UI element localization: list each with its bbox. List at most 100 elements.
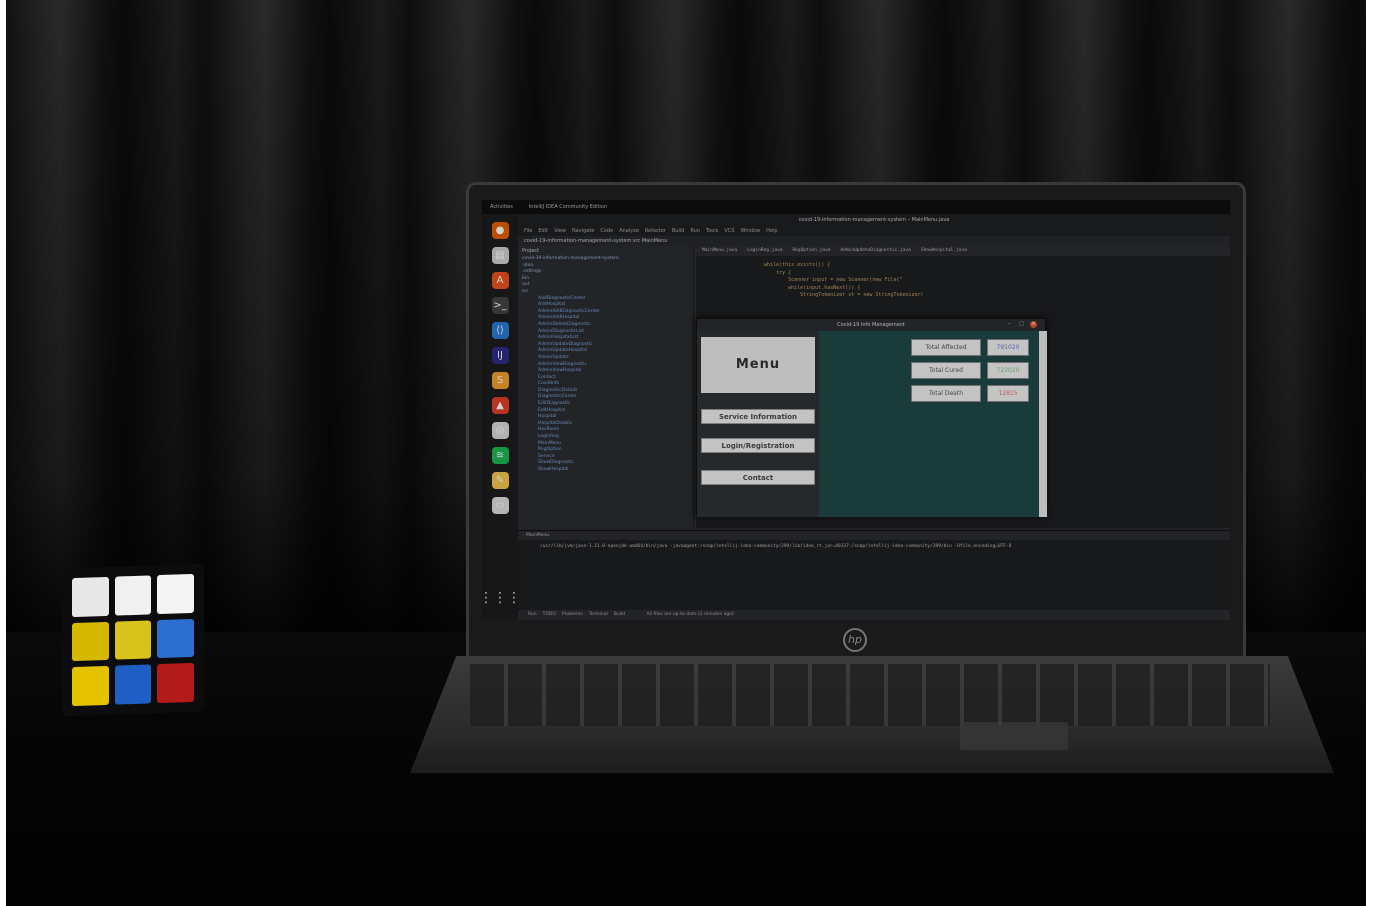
editor-tab[interactable]: LoginReg.java xyxy=(747,246,782,256)
sublime-icon[interactable]: S xyxy=(491,372,509,389)
menu-help[interactable]: Help xyxy=(766,228,777,234)
trash-icon[interactable]: ▭ xyxy=(491,497,509,514)
project-folder[interactable]: src xyxy=(522,289,689,296)
total-death-label: Total Death xyxy=(911,385,981,402)
menu-analyze[interactable]: Analyze xyxy=(619,228,639,234)
menu-navigate[interactable]: Navigate xyxy=(572,228,594,234)
files-icon[interactable]: ▤ xyxy=(491,247,509,264)
code-line: Scanner input = new Scanner(new File(" xyxy=(764,277,903,284)
cube-tile xyxy=(157,618,194,659)
run-tab[interactable]: MainMenu xyxy=(518,531,1230,540)
code-line: while(input.hasNext()) { xyxy=(764,284,861,291)
total-affected-value: 791020 xyxy=(987,339,1029,356)
notes-icon[interactable]: ✎ xyxy=(491,472,509,489)
menu-code[interactable]: Code xyxy=(600,228,613,234)
tool-tab-run[interactable]: Run xyxy=(528,612,537,617)
cube-tile xyxy=(114,620,152,660)
project-class-item[interactable]: CovidInfo xyxy=(522,381,689,388)
project-class-item[interactable]: RegOption xyxy=(522,447,689,454)
cube-tile xyxy=(157,573,194,614)
software-icon[interactable]: A xyxy=(491,272,509,289)
project-class-item[interactable]: LoginReg xyxy=(522,434,689,441)
terminal-icon[interactable]: >_ xyxy=(491,297,509,314)
project-folder[interactable]: .idea xyxy=(522,263,689,270)
spotify-icon[interactable]: ≋ xyxy=(491,447,509,464)
tool-tab-todo[interactable]: TODO xyxy=(543,612,556,617)
intellij-icon[interactable]: IJ xyxy=(491,347,509,364)
menu-build[interactable]: Build xyxy=(672,228,685,234)
rubiks-cube xyxy=(62,563,204,717)
menu-panel: Menu Service Information Login/Registrat… xyxy=(697,331,819,517)
service-information-button[interactable]: Service Information xyxy=(701,409,815,424)
project-class-item[interactable]: AdminUpdate xyxy=(522,355,689,362)
editor-tab[interactable]: AdminUpdateDiagnostic.java xyxy=(840,246,910,256)
ide-menubar: File Edit View Navigate Code Analyze Refactor B… xyxy=(518,226,1230,236)
code-line: StringTokenizer st = new StringTokenizer… xyxy=(764,292,924,299)
covid-app-window: Covid-19 Info Management – □ × Menu Serv… xyxy=(696,318,1047,517)
cube-tile xyxy=(157,663,194,704)
project-folder[interactable]: bin xyxy=(522,276,689,283)
photo-border-left xyxy=(0,0,6,906)
menu-refactor[interactable]: Refactor xyxy=(645,228,666,234)
run-command: /usr/lib/jvm/java-1.11.0-openjdk-amd64/b… xyxy=(540,544,1012,549)
menu-run[interactable]: Run xyxy=(690,228,700,234)
editor-tab[interactable]: MainMenu.java xyxy=(702,246,737,256)
show-apps-icon[interactable]: ⋮⋮⋮ xyxy=(482,590,521,606)
project-class-item[interactable]: AdminDeleteDiagnostic xyxy=(522,322,689,329)
menu-vcs[interactable]: VCS xyxy=(724,228,734,234)
menu-view[interactable]: View xyxy=(554,228,566,234)
tool-tab-problems[interactable]: Problems xyxy=(562,612,583,617)
project-root[interactable]: covid-19-information-management-system xyxy=(522,256,689,263)
project-panel: Project covid-19-information-management-… xyxy=(518,246,694,528)
project-header[interactable]: Project xyxy=(522,248,689,254)
login-registration-button[interactable]: Login/Registration xyxy=(701,438,815,453)
cube-tile xyxy=(72,666,109,707)
project-class-item[interactable]: AdminUpdateHospital xyxy=(522,348,689,355)
project-class-item[interactable]: AddHospital xyxy=(522,302,689,309)
activities-button[interactable]: Activities xyxy=(490,204,513,210)
menu-file[interactable]: File xyxy=(524,228,532,234)
project-class-item[interactable]: ShowHospital xyxy=(522,467,689,474)
menu-window[interactable]: Window xyxy=(740,228,760,234)
maximize-icon[interactable]: □ xyxy=(1018,321,1025,328)
project-class-item[interactable]: AdminViewHospital xyxy=(522,368,689,375)
ide-navbar[interactable]: covid-19-information-management-system s… xyxy=(518,236,1230,246)
photo-border-right xyxy=(1366,0,1376,906)
project-class-item[interactable]: EditDiagnostic xyxy=(522,401,689,408)
project-folder[interactable]: .settings xyxy=(522,269,689,276)
total-affected-label: Total Affected xyxy=(911,339,981,356)
cube-tile xyxy=(72,576,109,617)
project-folder[interactable]: out xyxy=(522,282,689,289)
app-menu[interactable]: IntelliJ IDEA Community Edition xyxy=(529,204,607,210)
brave-icon[interactable]: ▲ xyxy=(491,397,509,414)
content-panel: Total Affected 791020 Total Cured 722020… xyxy=(819,331,1039,517)
cube-tile xyxy=(72,621,109,662)
ide-title: covid-19-information-management-system –… xyxy=(518,214,1230,226)
editor-tab[interactable]: RegOption.java xyxy=(792,246,830,256)
cube-tile xyxy=(114,575,152,616)
minimize-icon[interactable]: – xyxy=(1006,321,1013,328)
project-class-item[interactable]: AdminHospitalList xyxy=(522,335,689,342)
window-edge xyxy=(1039,331,1047,517)
contact-button[interactable]: Contact xyxy=(701,470,815,485)
menu-tools[interactable]: Tools xyxy=(706,228,718,234)
code-line: while(this.exists()) { xyxy=(764,262,831,268)
firefox-icon[interactable]: ● xyxy=(491,222,509,239)
close-icon[interactable]: × xyxy=(1030,321,1037,328)
code-line: try { xyxy=(764,269,792,276)
touchpad xyxy=(960,722,1068,750)
obs-icon[interactable]: ◎ xyxy=(491,422,509,439)
tool-tab-build[interactable]: Build xyxy=(614,612,625,617)
tool-tab-terminal[interactable]: Terminal xyxy=(589,612,608,617)
vscode-icon[interactable]: ⟨⟩ xyxy=(491,322,509,339)
editor-tab[interactable]: ShowHospital.java xyxy=(921,246,967,256)
menu-edit[interactable]: Edit xyxy=(538,228,548,234)
top-bar: Activities IntelliJ IDEA Community Editi… xyxy=(482,200,1230,214)
app-titlebar: Covid-19 Info Management – □ × xyxy=(697,319,1045,331)
project-class-item[interactable]: ShowDiagnostic xyxy=(522,460,689,467)
cube-tile xyxy=(114,664,152,705)
project-class-item[interactable]: Hospital xyxy=(522,414,689,421)
project-class-item[interactable]: AdminAddHospital xyxy=(522,315,689,322)
